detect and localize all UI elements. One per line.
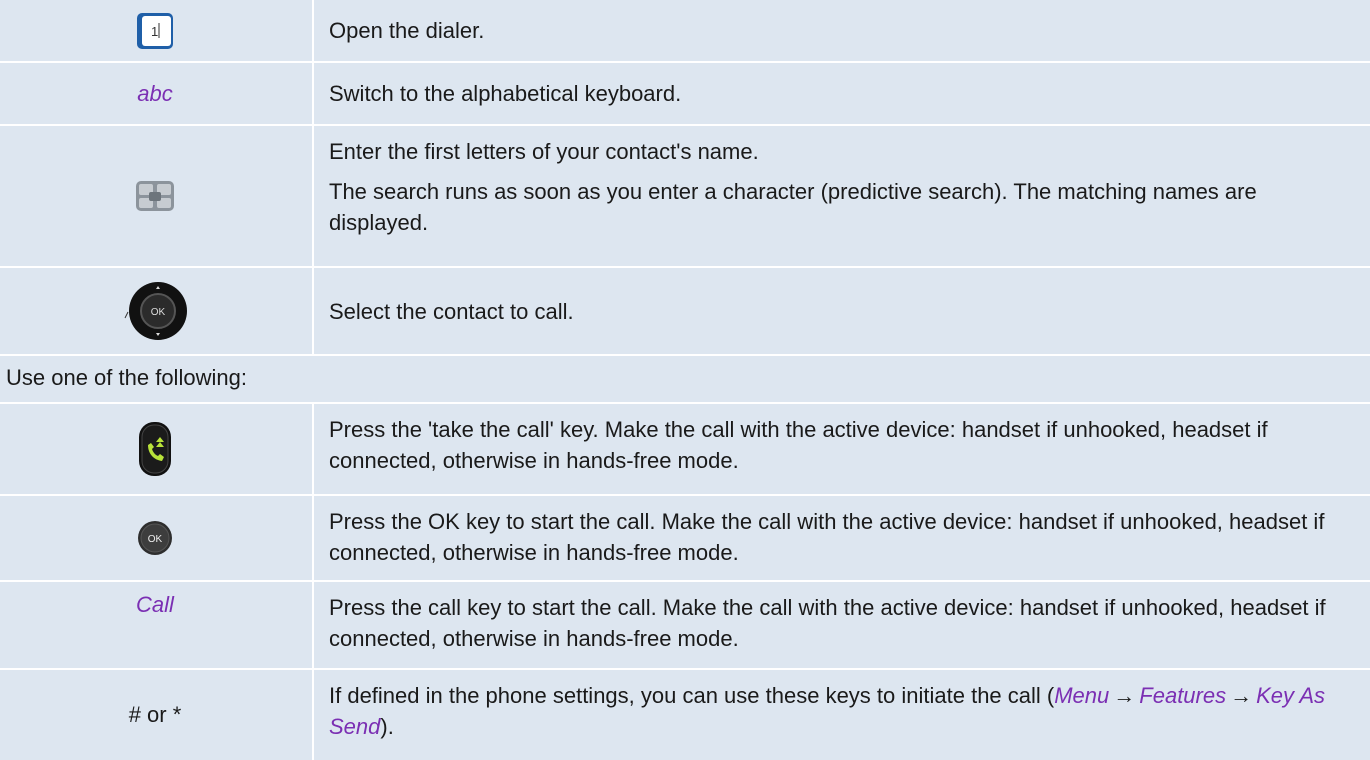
dialer-key-icon: 1 [136, 12, 174, 50]
description-cell: Enter the first letters of your contact'… [312, 126, 1370, 266]
table-row: OK Press the OK key to start the call. M… [0, 496, 1370, 582]
dialer-digit: 1 [151, 24, 158, 39]
ok-label: OK [151, 307, 166, 318]
hash-or-star-keys: # or * [128, 702, 182, 727]
table-row: Call Press the call key to start the cal… [0, 582, 1370, 670]
row-description: Press the 'take the call' key. Make the … [329, 417, 1268, 473]
section-label: Use one of the following: [6, 365, 247, 390]
ok-key-label: OK [148, 534, 163, 545]
description-cell: Open the dialer. [312, 0, 1370, 61]
table-row: abc Switch to the alphabetical keyboard. [0, 63, 1370, 126]
ok-key-icon: OK [137, 520, 173, 556]
alphabet-keyboard-icon [135, 180, 175, 212]
row-description: Switch to the alphabetical keyboard. [329, 81, 682, 106]
description-cell: Press the OK key to start the call. Make… [312, 496, 1370, 580]
icon-cell: 1 [0, 0, 310, 61]
description-cell: Press the call key to start the call. Ma… [312, 582, 1370, 668]
row-description-line: Enter the first letters of your contact'… [329, 139, 759, 164]
description-cell: Press the 'take the call' key. Make the … [312, 404, 1370, 494]
icon-cell [0, 126, 310, 266]
row-description-suffix: ). [380, 714, 394, 739]
abc-softkey: abc [137, 80, 173, 106]
table-row: Press the 'take the call' key. Make the … [0, 404, 1370, 496]
description-cell: Select the contact to call. [312, 268, 1370, 354]
menu-path-features: Features [1139, 683, 1227, 708]
table-row: 1 Open the dialer. [0, 0, 1370, 63]
row-description: Select the contact to call. [329, 298, 574, 324]
table-row: Enter the first letters of your contact'… [0, 126, 1370, 268]
icon-cell: Call [0, 582, 310, 668]
call-softkey: Call [136, 592, 174, 617]
arrow-right-icon: → [1113, 683, 1136, 708]
row-description: Press the call key to start the call. Ma… [329, 595, 1326, 651]
icon-cell: abc [0, 63, 310, 124]
icon-cell: OK [0, 496, 310, 580]
row-description-line: The search runs as soon as you enter a c… [329, 179, 1257, 235]
description-cell: If defined in the phone settings, you ca… [312, 670, 1370, 760]
navigator-ok-icon: OK [123, 278, 187, 344]
take-call-key-icon [138, 421, 172, 477]
row-description: Open the dialer. [329, 18, 485, 43]
icon-cell: OK [0, 268, 310, 354]
icon-cell: # or * [0, 670, 310, 760]
menu-path-menu: Menu [1054, 683, 1110, 708]
section-header-row: Use one of the following: [0, 356, 1370, 404]
icon-cell [0, 404, 310, 494]
row-description-prefix: If defined in the phone settings, you ca… [329, 683, 1055, 708]
table-row: OK Select the contact to call. [0, 268, 1370, 356]
row-description: Press the OK key to start the call. Make… [329, 509, 1325, 565]
table-row: # or * If defined in the phone settings,… [0, 670, 1370, 760]
arrow-right-icon: → [1230, 683, 1253, 708]
description-cell: Switch to the alphabetical keyboard. [312, 63, 1370, 124]
